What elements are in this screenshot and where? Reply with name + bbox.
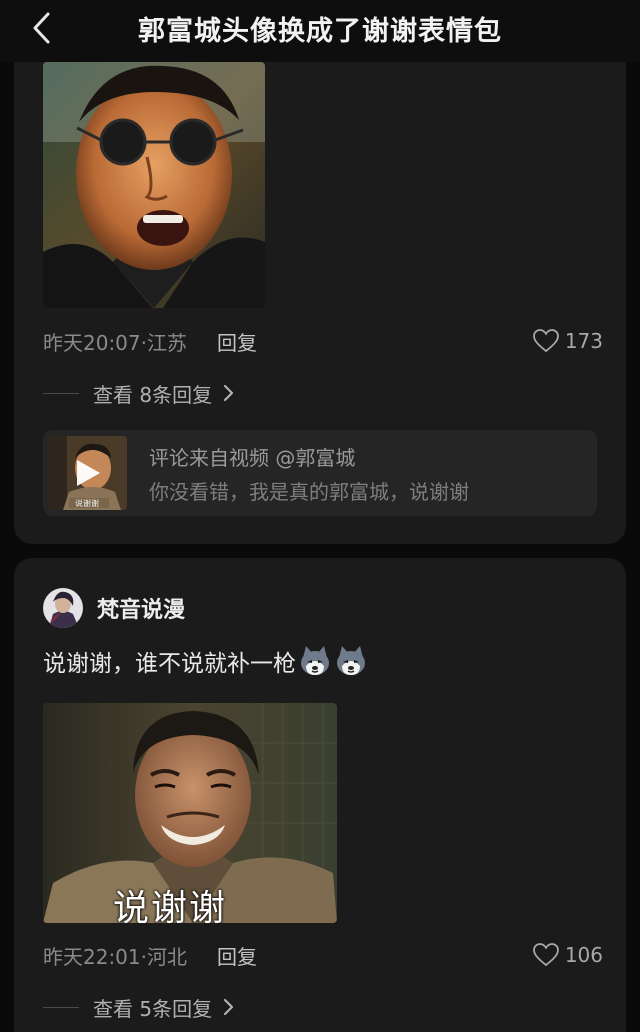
chevron-right-icon [223, 384, 234, 402]
thumb-caption: 说谢谢 [75, 498, 99, 508]
back-button[interactable] [22, 8, 62, 48]
comment-text: 说谢谢，谁不说就补一枪 [43, 651, 296, 677]
divider-line [43, 392, 79, 394]
comment-author: 梵音说漫 [43, 588, 185, 628]
source-description: 你没看错，我是真的郭富城，说谢谢 [149, 480, 469, 504]
comment-time-location: 昨天20:07·江苏 [43, 330, 187, 355]
divider-line [43, 1006, 79, 1008]
comment-body: 说谢谢，谁不说就补一枪 [43, 644, 368, 678]
avatar[interactable] [43, 588, 83, 628]
comment-card: 昨天20:07·江苏 回复 173 查看 8条回复 说谢谢 评论来自视频 @郭富… [14, 0, 626, 544]
like-button[interactable]: 106 [532, 940, 603, 970]
reply-button[interactable]: 回复 [217, 327, 257, 356]
heart-icon [532, 329, 559, 353]
view-replies-link[interactable]: 查看 5条回复 [43, 992, 234, 1022]
video-thumbnail: 说谢谢 [49, 436, 127, 510]
comment-time-location: 昨天22:01·河北 [43, 944, 187, 969]
page-title: 郭富城头像换成了谢谢表情包 [138, 15, 502, 47]
comment-meta: 昨天22:01·河北 回复 106 [43, 940, 603, 970]
comment-image[interactable]: 说谢谢 [43, 703, 337, 923]
like-count: 106 [564, 943, 603, 967]
chevron-left-icon [33, 12, 50, 44]
source-attribution: 评论来自视频 @郭富城 [149, 446, 356, 470]
like-count: 173 [564, 329, 603, 353]
comment-page: 郭富城头像换成了谢谢表情包 昨天20:07·江苏 回复 173 查看 8条回复 … [0, 0, 640, 1032]
heart-icon [532, 943, 559, 967]
husky-emoji-icon [301, 646, 329, 675]
comment-card: 梵音说漫 说谢谢，谁不说就补一枪 说谢谢 昨天22:01·河北 回复 106 查… [14, 558, 626, 1032]
comment-meta: 昨天20:07·江苏 回复 173 [43, 326, 603, 356]
man-with-sunglasses-image [43, 62, 265, 308]
chevron-right-icon [223, 998, 234, 1016]
top-bar: 郭富城头像换成了谢谢表情包 [0, 0, 640, 62]
image-caption: 说谢谢 [113, 888, 228, 923]
view-replies-link[interactable]: 查看 8条回复 [43, 378, 234, 408]
husky-emoji-icon [337, 646, 365, 675]
comment-image[interactable] [43, 62, 265, 308]
view-replies-label: 查看 5条回复 [93, 996, 213, 1021]
source-video-card[interactable]: 说谢谢 评论来自视频 @郭富城 你没看错，我是真的郭富城，说谢谢 [43, 430, 597, 516]
reply-button[interactable]: 回复 [217, 941, 257, 970]
like-button[interactable]: 173 [532, 326, 603, 356]
play-icon [77, 460, 100, 486]
username[interactable]: 梵音说漫 [97, 592, 185, 624]
view-replies-label: 查看 8条回复 [93, 382, 213, 407]
